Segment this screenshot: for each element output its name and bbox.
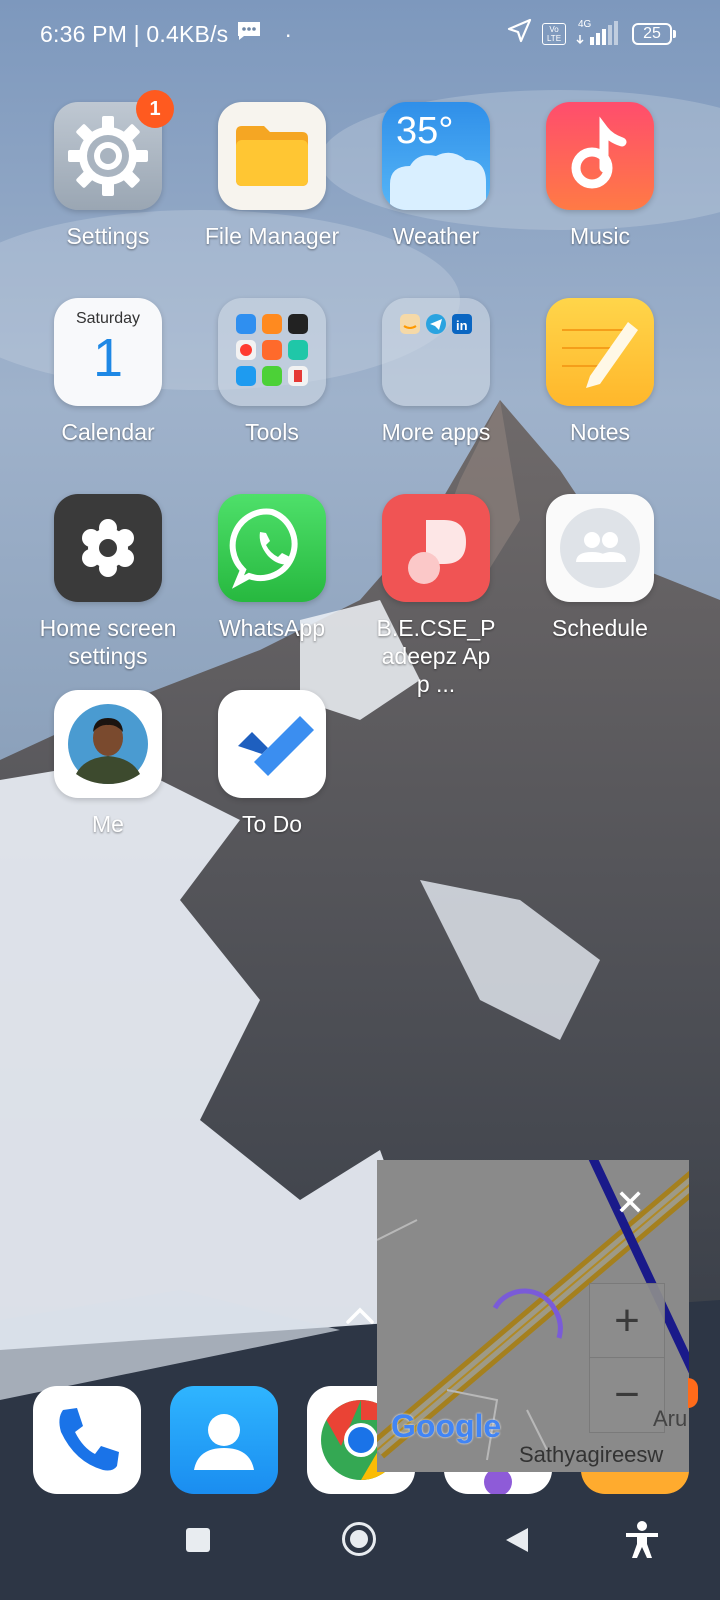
google-logo: Google bbox=[391, 1408, 502, 1444]
settings-icon: 1 bbox=[54, 90, 174, 210]
folder-tools[interactable]: Tools bbox=[187, 298, 357, 446]
todo-check-icon bbox=[218, 690, 326, 798]
music-note-icon bbox=[546, 102, 654, 210]
location-arrow-icon bbox=[506, 18, 532, 49]
more-apps-folder-icon: in bbox=[382, 298, 490, 406]
calendar-date: 1 bbox=[92, 328, 124, 388]
map-place-label-2: Aru bbox=[653, 1406, 688, 1431]
profile-avatar bbox=[54, 690, 162, 798]
app-label: More apps bbox=[381, 419, 491, 445]
battery-icon: 25 bbox=[632, 22, 676, 45]
navigation-bar bbox=[0, 1500, 720, 1600]
app-label: Settings bbox=[66, 223, 150, 249]
app-notes[interactable]: Notes bbox=[515, 298, 685, 446]
app-to-do[interactable]: To Do bbox=[187, 690, 357, 838]
padeepz-icon bbox=[382, 494, 490, 602]
app-padeepz[interactable]: B.E.CSE_Padeepz App ... bbox=[351, 494, 521, 698]
status-bar: 6:36 PM | 0.4KB/s · Vo LTE 4G 25 bbox=[0, 0, 720, 70]
app-label: Me bbox=[92, 811, 124, 837]
app-label: File Manager bbox=[204, 223, 340, 249]
map-close-button[interactable]: ✕ bbox=[615, 1182, 645, 1224]
folder-more-apps[interactable]: in More apps bbox=[351, 298, 521, 446]
app-weather[interactable]: 35° Weather bbox=[351, 102, 521, 250]
app-label: Calendar bbox=[61, 419, 155, 445]
app-music[interactable]: Music bbox=[515, 102, 685, 250]
svg-text:in: in bbox=[456, 318, 468, 333]
notification-badge: 1 bbox=[136, 90, 174, 128]
app-me[interactable]: Me bbox=[23, 690, 193, 838]
home-button[interactable] bbox=[342, 1522, 376, 1556]
app-whatsapp[interactable]: WhatsApp bbox=[187, 494, 357, 642]
weather-icon: 35° bbox=[382, 102, 490, 210]
battery-level: 25 bbox=[632, 22, 672, 45]
signal-icon: 4G bbox=[576, 19, 622, 47]
zoom-in-button[interactable]: + bbox=[589, 1283, 665, 1359]
contacts-icon[interactable] bbox=[170, 1386, 278, 1494]
status-dot: · bbox=[284, 20, 293, 47]
app-label: WhatsApp bbox=[218, 615, 326, 641]
app-label: Weather bbox=[392, 223, 480, 249]
floating-map-widget[interactable]: ✕ + − Google Aru Sathyagireesw bbox=[377, 1160, 689, 1472]
volte-icon: Vo LTE bbox=[542, 22, 566, 45]
app-label: Tools bbox=[245, 419, 299, 445]
app-label: Notes bbox=[569, 419, 631, 445]
app-label: To Do bbox=[241, 811, 303, 837]
time-and-speed: 6:36 PM | 0.4KB/s bbox=[40, 20, 229, 47]
app-home-screen-settings[interactable]: Home screen settings bbox=[23, 494, 193, 670]
phone-icon[interactable] bbox=[33, 1386, 141, 1494]
app-label: Home screen settings bbox=[39, 615, 177, 669]
calendar-icon: Saturday 1 bbox=[54, 298, 162, 406]
whatsapp-icon bbox=[218, 494, 326, 602]
calendar-day: Saturday bbox=[75, 310, 141, 327]
message-notification-icon bbox=[236, 20, 262, 48]
notes-icon bbox=[546, 298, 654, 406]
schedule-icon bbox=[546, 494, 654, 602]
app-label: Schedule bbox=[552, 615, 648, 641]
folder-icon bbox=[218, 102, 326, 210]
app-settings[interactable]: 1 Settings bbox=[23, 90, 193, 250]
recents-button[interactable] bbox=[186, 1528, 210, 1552]
tools-folder-icon bbox=[218, 298, 326, 406]
accessibility-icon[interactable] bbox=[624, 1520, 660, 1565]
back-button[interactable] bbox=[504, 1526, 530, 1559]
map-place-label: Sathyagireesw bbox=[519, 1442, 664, 1467]
app-drawer-chevron-up-icon[interactable] bbox=[344, 1304, 376, 1328]
app-label: B.E.CSE_Padeepz App ... bbox=[376, 615, 496, 697]
app-label: Music bbox=[569, 223, 631, 249]
home-settings-gear-icon bbox=[54, 494, 162, 602]
app-file-manager[interactable]: File Manager bbox=[187, 102, 357, 250]
app-schedule[interactable]: Schedule bbox=[515, 494, 685, 642]
app-calendar[interactable]: Saturday 1 Calendar bbox=[23, 298, 193, 446]
